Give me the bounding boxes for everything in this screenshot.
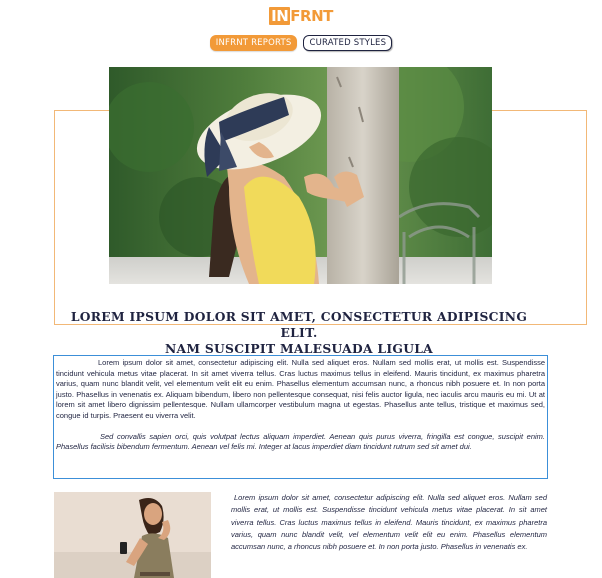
tab-curated-styles[interactable]: CURATED STYLES [303, 35, 393, 51]
thumbnail-image [54, 492, 211, 578]
logo-rest: FRNT [290, 7, 333, 25]
article-paragraph-2: Sed convallis sapien orci, quis volutpat… [56, 431, 545, 452]
brand-logo[interactable]: IN FRNT [0, 7, 602, 25]
logo-prefix: IN [269, 7, 291, 25]
hero-photo [109, 67, 492, 284]
side-paragraph: Lorem ipsum dolor sit amet, consectetur … [231, 493, 547, 552]
logo-mark: IN FRNT [267, 7, 335, 25]
tab-infrnt-reports[interactable]: INFRNT REPORTS [209, 35, 298, 51]
article-paragraph-1: Lorem ipsum dolor sit amet, consectetur … [56, 358, 545, 420]
thumbnail-photo [54, 492, 211, 578]
headline-line-1: LOREM IPSUM DOLOR SIT AMET, CONSECTETUR … [70, 309, 528, 340]
headline: LOREM IPSUM DOLOR SIT AMET, CONSECTETUR … [54, 309, 544, 357]
hero-image [109, 67, 492, 284]
nav-tabs: INFRNT REPORTS CURATED STYLES [0, 35, 602, 51]
article-box: Lorem ipsum dolor sit amet, consectetur … [53, 355, 548, 479]
